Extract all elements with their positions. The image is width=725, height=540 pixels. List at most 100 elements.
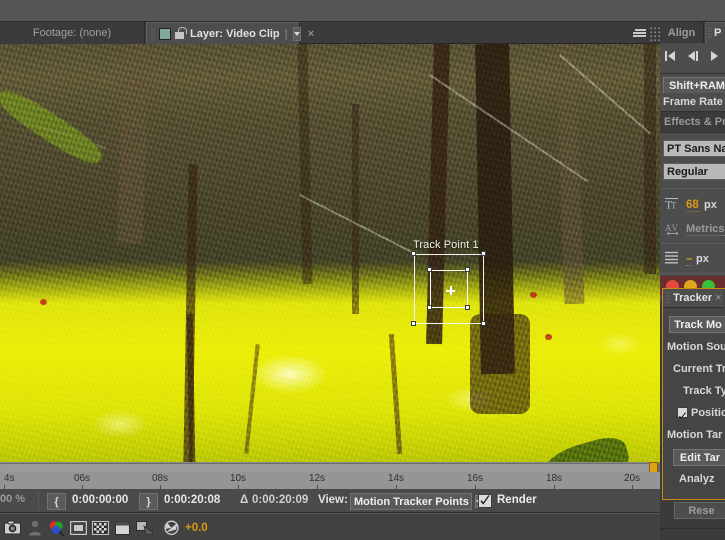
toggle-view-layout-icon[interactable] xyxy=(136,519,153,536)
character-panel: PT Sans Nar Regular T T 68 px A V xyxy=(660,133,725,300)
show-snapshot-icon[interactable] xyxy=(26,519,43,536)
ruler-tick-label: 18s xyxy=(545,473,563,484)
font-size-icon: T T xyxy=(665,197,679,216)
tab-separator: | xyxy=(284,27,288,40)
right-panel-dock: Align P Shift+RAM Frame Rate Effects & P… xyxy=(660,22,725,540)
track-point-attach-point-icon[interactable] xyxy=(446,286,455,295)
ruler-tick-label: 14s xyxy=(387,473,405,484)
track-motion-button[interactable]: Track Mo xyxy=(669,316,725,333)
track-point-handle[interactable] xyxy=(411,321,416,326)
layer-color-swatch-icon xyxy=(159,27,171,40)
ruler-tick-label: 08s xyxy=(151,473,169,484)
preview-panel: Shift+RAM xyxy=(660,43,725,94)
grip-dots-icon xyxy=(708,27,712,39)
tracker-panel: Tracker × Track Mo Motion Sou Current Tr… xyxy=(662,288,725,500)
view-dropdown[interactable]: Motion Tracker Points xyxy=(350,493,483,510)
ram-preview-button[interactable]: Shift+RAM xyxy=(663,77,725,94)
out-point-timecode[interactable]: 0:00:20:08 xyxy=(164,494,220,506)
tab-layer-video-clip[interactable]: Layer: Video Clip | × xyxy=(146,22,314,44)
out-point-button[interactable]: } xyxy=(139,493,158,510)
current-track-label: Current Tr xyxy=(673,363,725,375)
tab-effects-and-presets[interactable]: Effects & Pr xyxy=(660,112,725,132)
track-point-handle[interactable] xyxy=(427,305,432,310)
take-snapshot-icon[interactable] xyxy=(4,519,21,536)
kerning-icon: A V xyxy=(665,221,680,240)
track-point-handle[interactable] xyxy=(411,251,416,256)
play-icon[interactable] xyxy=(711,50,725,62)
ruler-tick-label: 20s xyxy=(623,473,641,484)
reset-button[interactable]: Rese xyxy=(674,502,725,519)
go-to-first-frame-icon[interactable] xyxy=(665,50,680,62)
font-size-value[interactable]: 68 xyxy=(686,199,699,212)
region-of-interest-icon[interactable] xyxy=(70,519,87,536)
tab-footage-label: Footage: (none) xyxy=(32,27,112,39)
track-point-handle[interactable] xyxy=(481,321,486,326)
tracker-close-icon[interactable]: × xyxy=(715,292,721,304)
ruler-tick-label: 06s xyxy=(73,473,91,484)
previous-frame-icon[interactable] xyxy=(688,50,703,62)
ruler-tick-label: 4s xyxy=(4,473,15,484)
viewer-tab-bar: Footage: (none) Layer: Video Clip | × xyxy=(0,22,660,44)
leading-icon xyxy=(665,251,679,269)
tab-dropdown-arrow[interactable] xyxy=(292,26,301,41)
grip-dots-icon xyxy=(151,27,155,40)
time-ruler[interactable]: 4s 06s 08s 10s 12s 14s 16s 18s 20s xyxy=(0,472,660,490)
exposure-icon[interactable] xyxy=(163,519,180,536)
layer-viewer[interactable]: Track Point 1 xyxy=(0,44,660,462)
view-label: View: xyxy=(318,494,348,506)
lock-icon[interactable] xyxy=(175,27,187,40)
show-channel-icon[interactable] xyxy=(48,519,65,536)
track-point-handle[interactable] xyxy=(465,267,470,272)
leading-unit: px xyxy=(696,253,709,265)
track-point-handle[interactable] xyxy=(427,267,432,272)
tab-close-icon[interactable]: × xyxy=(308,28,314,40)
tab-align[interactable]: Align xyxy=(660,22,704,43)
track-point-label: Track Point 1 xyxy=(413,239,479,251)
after-effects-window: Footage: (none) Layer: Video Clip | × Tr… xyxy=(0,0,725,540)
font-family-field[interactable]: PT Sans Nar xyxy=(663,140,725,157)
tab-align-label: Align xyxy=(667,26,696,39)
edit-target-button[interactable]: Edit Tar xyxy=(673,449,725,466)
application-top-strip xyxy=(0,0,725,22)
in-point-button[interactable]: { xyxy=(47,493,66,510)
track-point-1[interactable]: Track Point 1 xyxy=(411,239,486,329)
leading-value[interactable]: – xyxy=(686,253,693,266)
video-grain-overlay xyxy=(0,44,660,462)
time-scroll-thumb[interactable] xyxy=(0,464,651,472)
tab-layer-label: Layer: Video Clip xyxy=(190,27,280,40)
track-point-handle[interactable] xyxy=(481,251,486,256)
in-point-timecode[interactable]: 0:00:00:00 xyxy=(72,494,128,506)
render-checkbox[interactable] xyxy=(478,494,492,508)
ram-preview-label: Shift+RAM xyxy=(669,79,725,92)
duration-timecode[interactable]: 0:00:20:09 xyxy=(252,494,308,506)
reset-label: Rese xyxy=(688,504,715,517)
time-scroll-bar[interactable] xyxy=(0,462,660,472)
motion-target-label: Motion Tar xyxy=(667,429,723,441)
panel-menu-icon[interactable] xyxy=(630,26,646,40)
exposure-value[interactable]: +0.0 xyxy=(185,522,208,534)
kerning-value[interactable]: Metrics xyxy=(686,223,725,236)
analyze-label: Analyz xyxy=(679,473,715,485)
track-point-handle[interactable] xyxy=(465,305,470,310)
separator xyxy=(38,492,39,511)
tab-footage[interactable]: Footage: (none) xyxy=(0,22,145,44)
render-label: Render xyxy=(497,494,537,506)
svg-text:T: T xyxy=(671,201,677,211)
tracker-tab-row[interactable]: Tracker × xyxy=(663,289,724,308)
tab-effects-label: Effects & Pr xyxy=(664,116,725,128)
edit-target-label: Edit Tar xyxy=(679,451,721,464)
dock-bottom-filler xyxy=(660,528,725,540)
tab-paragraph-label: P xyxy=(714,27,722,39)
svg-text:V: V xyxy=(672,223,679,233)
position-checkbox[interactable] xyxy=(677,407,688,420)
viewer-info-bar: 00 % { 0:00:00:00 } 0:00:20:08 Δ 0:00:20… xyxy=(0,490,660,513)
font-style-field[interactable]: Regular xyxy=(663,163,725,180)
track-type-label: Track Ty xyxy=(683,385,725,397)
panel-grip-dots-icon[interactable] xyxy=(648,25,660,41)
ruler-tick-label: 10s xyxy=(229,473,247,484)
tab-paragraph[interactable]: P xyxy=(705,22,725,43)
toggle-transparency-grid-icon[interactable] xyxy=(92,519,109,536)
magnification-value[interactable]: 00 % xyxy=(0,493,25,505)
toggle-mask-icon[interactable] xyxy=(114,519,131,536)
grip-dots-icon xyxy=(666,292,670,304)
